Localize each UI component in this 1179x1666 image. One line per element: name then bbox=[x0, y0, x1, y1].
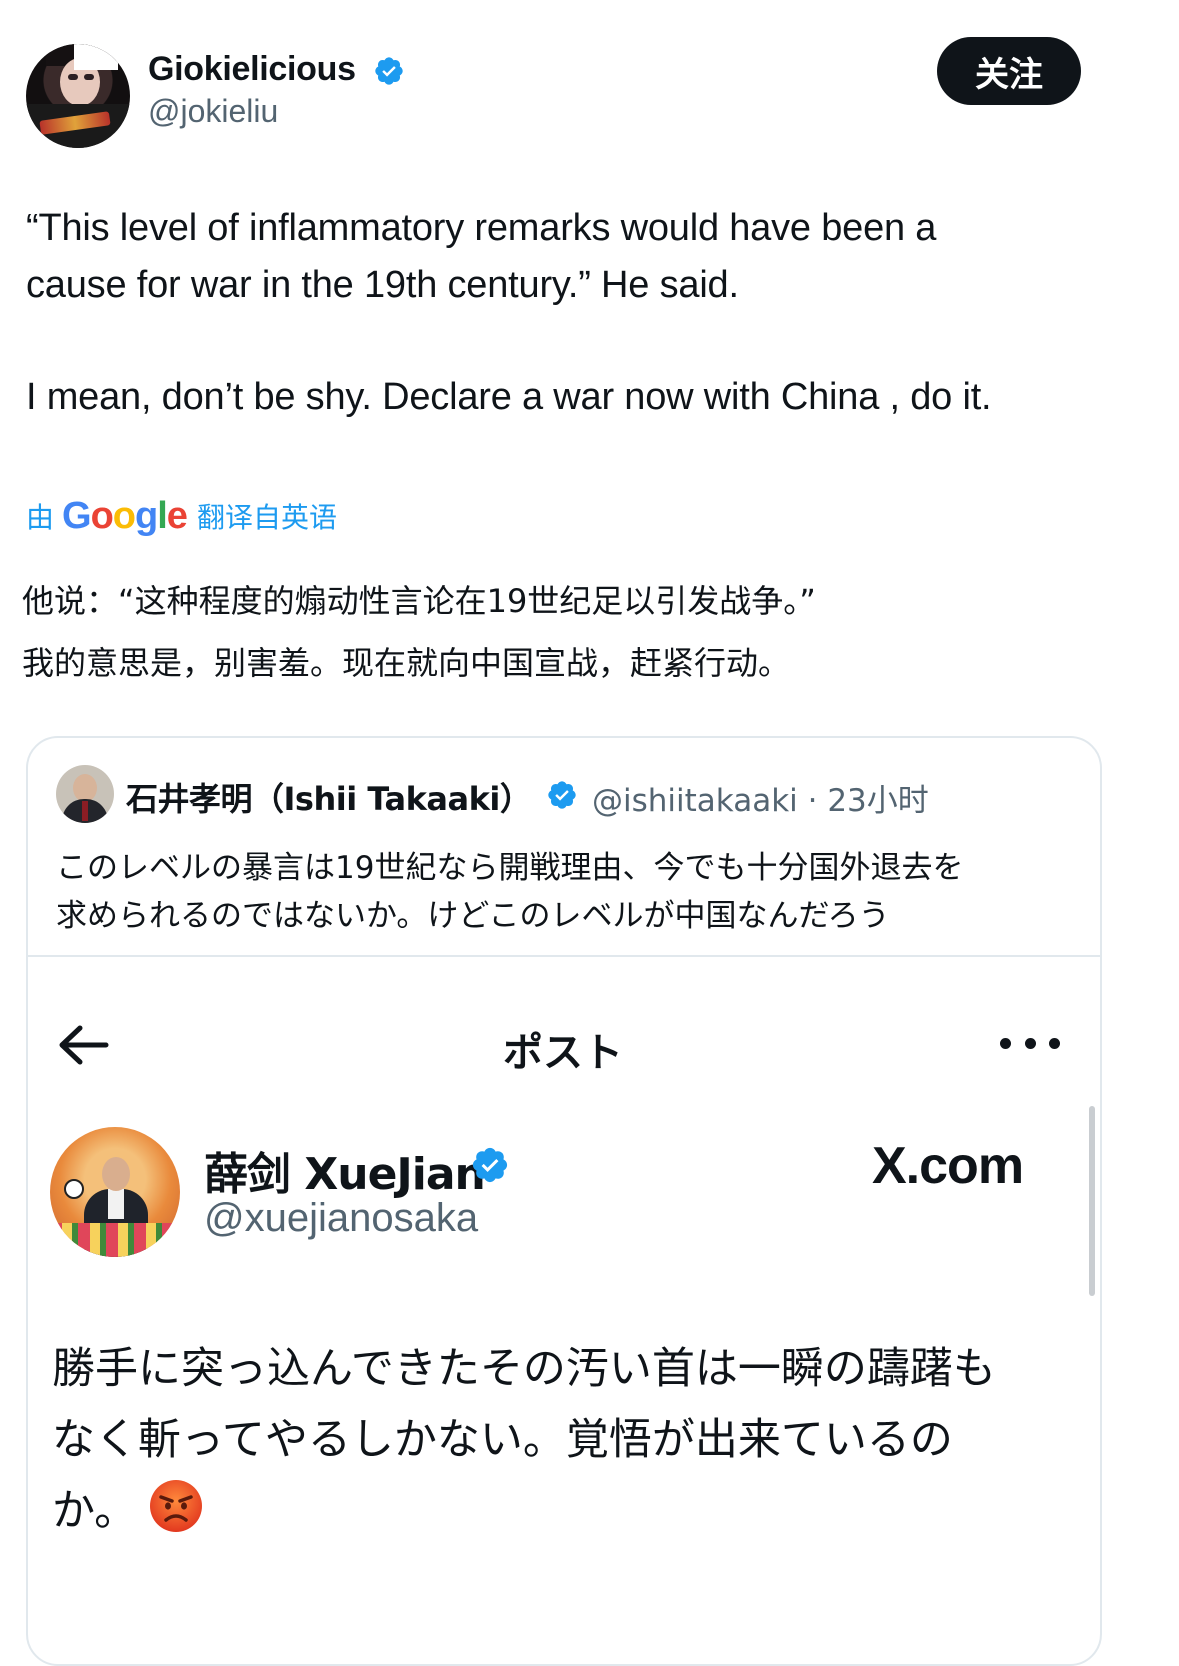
verified-badge-icon bbox=[472, 1147, 508, 1183]
author-handle[interactable]: @jokieliu bbox=[148, 93, 278, 130]
tweet-text-line: cause for war in the 19th century.” He s… bbox=[26, 264, 739, 306]
google-logo: Google bbox=[62, 494, 188, 537]
translate-prefix: 由 bbox=[26, 501, 55, 534]
verified-badge-icon bbox=[375, 57, 403, 85]
embedded-text-line: か。 bbox=[52, 1486, 138, 1536]
quoted-author-handle[interactable]: @ishiitakaaki bbox=[592, 783, 798, 819]
quoted-author-meta: @ishiitakaaki · 23小时 bbox=[592, 775, 929, 820]
embedded-author-name: 薛剑 XueJian bbox=[204, 1149, 486, 1200]
quoted-post-time: · 23小时 bbox=[807, 783, 929, 819]
translate-link[interactable]: 由 Google 翻译自英语 bbox=[26, 494, 337, 538]
quoted-author-name[interactable]: 石井孝明（Ishii Takaaki） bbox=[126, 774, 532, 820]
translated-text-line: 我的意思是，别害羞。现在就向中国宣战，赶紧行动。 bbox=[22, 644, 791, 682]
author-display-name[interactable]: Giokielicious bbox=[148, 50, 356, 89]
embedded-header-title: ポスト bbox=[503, 1030, 623, 1076]
angry-face-icon bbox=[150, 1480, 202, 1532]
translated-text-line: 他说：“这种程度的煽动性言论在19世纪足以引发战争。” bbox=[22, 582, 816, 620]
embedded-text-line: 勝手に突っ込んできたその汚い首は一瞬の躊躇も bbox=[52, 1344, 996, 1394]
divider bbox=[28, 955, 1100, 957]
scrollbar bbox=[1089, 1106, 1095, 1296]
embedded-text-line: なく斬ってやるしかない。覚悟が出来ているの bbox=[52, 1415, 953, 1465]
verified-badge-icon bbox=[548, 781, 576, 809]
tweet-text-line: I mean, don’t be shy. Declare a war now … bbox=[26, 376, 992, 418]
xcom-watermark: X.com bbox=[872, 1137, 1024, 1195]
tweet-text-line: “This level of inflammatory remarks woul… bbox=[26, 207, 937, 249]
embedded-author-handle: @xuejianosaka bbox=[204, 1196, 479, 1240]
embedded-author-avatar bbox=[50, 1127, 180, 1257]
quoted-text-line: 求められるのではないか。けどこのレベルが中国なんだろう bbox=[56, 898, 890, 934]
quoted-author-avatar[interactable] bbox=[56, 765, 114, 823]
follow-button[interactable]: 关注 bbox=[937, 37, 1081, 105]
quoted-text-line: このレベルの暴言は19世紀なら開戦理由、今でも十分国外退去を bbox=[56, 850, 964, 886]
translate-suffix: 翻译自英语 bbox=[196, 501, 337, 534]
author-avatar[interactable] bbox=[26, 44, 130, 148]
more-options-icon bbox=[1000, 1038, 1060, 1054]
